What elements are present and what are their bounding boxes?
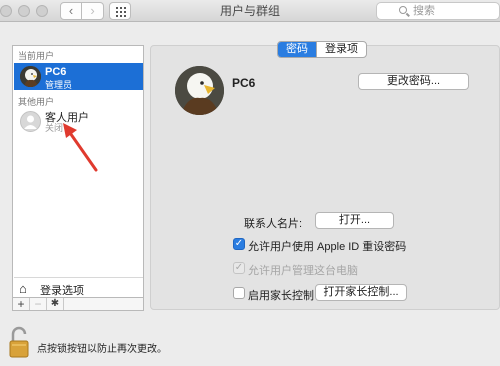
title-bar: 用户与群组 ‹ › 搜索 bbox=[0, 0, 500, 22]
parental-controls-checkbox[interactable] bbox=[233, 287, 245, 299]
add-user-button[interactable]: + bbox=[13, 298, 30, 310]
login-options-label: 登录选项 bbox=[40, 285, 84, 297]
allow-admin-checkbox[interactable]: ✓ bbox=[233, 262, 245, 274]
allow-reset-checkbox[interactable]: ✓ bbox=[233, 238, 245, 250]
lock-bar: 点按锁按钮以防止再次更改。 bbox=[0, 320, 500, 366]
parental-controls-label: 启用家长控制 bbox=[248, 290, 314, 302]
tab-login-items[interactable]: 登录项 bbox=[316, 42, 366, 57]
user-row-pc6[interactable]: PC6 管理员 bbox=[14, 63, 143, 90]
contact-card-label: 联系人名片: bbox=[244, 218, 303, 230]
tab-bar: 密码 登录项 bbox=[277, 41, 367, 58]
user-role: 管理员 bbox=[45, 80, 73, 90]
user-name: PC6 bbox=[45, 66, 67, 78]
search-icon bbox=[399, 6, 407, 14]
search-input[interactable]: 搜索 bbox=[376, 2, 500, 20]
allow-reset-label: 允许用户使用 Apple ID 重设密码 bbox=[248, 241, 407, 253]
lock-text: 点按锁按钮以防止再次更改。 bbox=[37, 344, 167, 355]
show-all-grid-icon[interactable] bbox=[109, 2, 131, 20]
sidebar-toolbar: + − ✱ bbox=[12, 297, 144, 311]
change-password-button[interactable]: 更改密码... bbox=[358, 73, 469, 90]
guest-avatar-icon bbox=[20, 111, 41, 132]
annotation-arrow-icon bbox=[63, 123, 98, 172]
open-parental-controls-button[interactable]: 打开家长控制... bbox=[315, 284, 407, 301]
eagle-avatar-icon bbox=[20, 66, 41, 87]
other-users-label: 其他用户 bbox=[18, 97, 55, 107]
current-users-label: 当前用户 bbox=[18, 51, 55, 61]
allow-admin-label: 允许用户管理这台电脑 bbox=[248, 265, 358, 277]
eagle-avatar-large-icon[interactable] bbox=[175, 66, 224, 115]
back-button[interactable]: ‹ bbox=[60, 2, 82, 20]
forward-button[interactable]: › bbox=[82, 2, 104, 20]
login-options-item[interactable]: ⌂ 登录选项 bbox=[14, 277, 143, 297]
selected-user-name: PC6 bbox=[232, 76, 256, 90]
gear-icon[interactable]: ✱ bbox=[47, 298, 64, 310]
lock-icon[interactable] bbox=[8, 326, 30, 358]
open-contact-card-button[interactable]: 打开... bbox=[315, 212, 394, 229]
house-icon: ⌂ bbox=[19, 281, 27, 296]
remove-user-button[interactable]: − bbox=[30, 298, 47, 310]
search-placeholder: 搜索 bbox=[413, 5, 435, 17]
user-list-sidebar: 当前用户 PC6 管理员 其他用户 客人用户 关闭 ⌂ 登录选项 + − ✱ bbox=[12, 45, 144, 311]
tab-password[interactable]: 密码 bbox=[278, 42, 316, 57]
